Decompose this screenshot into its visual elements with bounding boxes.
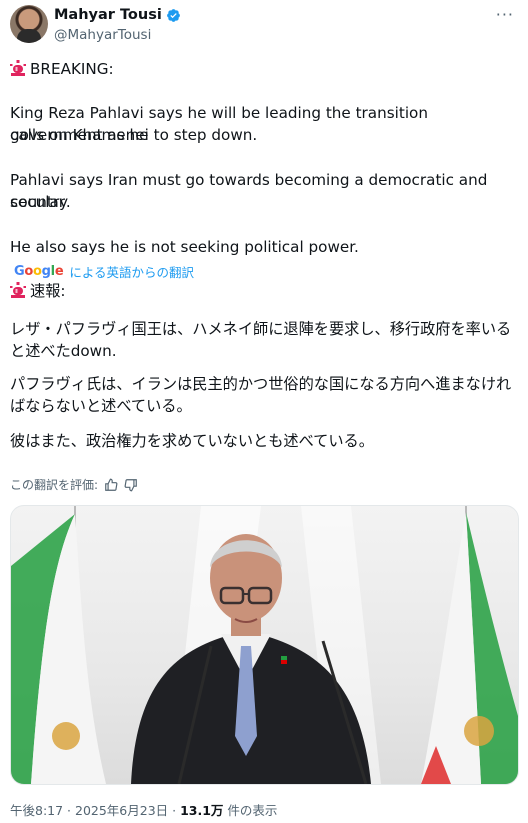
tweet-media-image[interactable] [10,505,519,785]
views-label: 件の表示 [223,803,278,818]
tweet-para3: He also says he is not seeking political… [10,238,359,256]
tweet-breaking: BREAKING: [30,60,114,78]
translation-para2-line2: ばならないと述べている。 [10,397,192,415]
translation-para1-line2: と述べたdown. [10,342,117,360]
avatar[interactable] [10,5,48,43]
translation-label[interactable]: による英語からの翻訳 [69,262,194,281]
tweet-para2-line2: country. [10,193,71,211]
thumbs-up-icon[interactable] [104,478,118,492]
translation-para2-line1: パフラヴィ氏は、イランは民主的かつ世俗的な国になる方向へ進まなけれ [10,375,512,393]
tweet-breaking-line: BREAKING: [10,58,514,80]
tweet-timestamp[interactable]: 午後8:17 · 2025年6月23日 · [10,803,180,818]
rate-translation-row: この翻訳を評価: [10,476,138,493]
translation-breaking-line: 速報: [10,280,514,302]
thumbs-down-icon[interactable] [124,478,138,492]
translation-breaking: 速報: [30,282,66,300]
tweet-meta: 午後8:17 · 2025年6月23日 · 13.1万 件の表示 [10,800,277,819]
more-options-icon[interactable]: ··· [496,5,514,24]
author-name-row: Mahyar Tousi [54,7,181,23]
police-light-icon [10,282,26,298]
press-conference-scene [11,506,518,784]
translation-para1-line1: レザ・パフラヴィ国王は、ハメネイ師に退陣を要求し、移行政府を率いる [10,320,512,338]
verified-badge-icon [166,8,180,22]
translation-para3: 彼はまた、政治権力を求めていないとも述べている。 [10,432,374,450]
author-display-name[interactable]: Mahyar Tousi [54,7,162,23]
views-count: 13.1万 [180,803,224,818]
author-handle[interactable]: @MahyarTousi [54,27,151,43]
google-logo: Google [14,264,64,279]
police-light-icon [10,60,26,76]
tweet-header: Mahyar Tousi @MahyarTousi ··· [10,5,518,49]
tweet-para1-line2: calls on Khamenei to step down. [10,126,258,144]
translation-attribution[interactable]: Google による英語からの翻訳 [14,262,194,281]
rate-translation-label: この翻訳を評価: [10,478,99,492]
